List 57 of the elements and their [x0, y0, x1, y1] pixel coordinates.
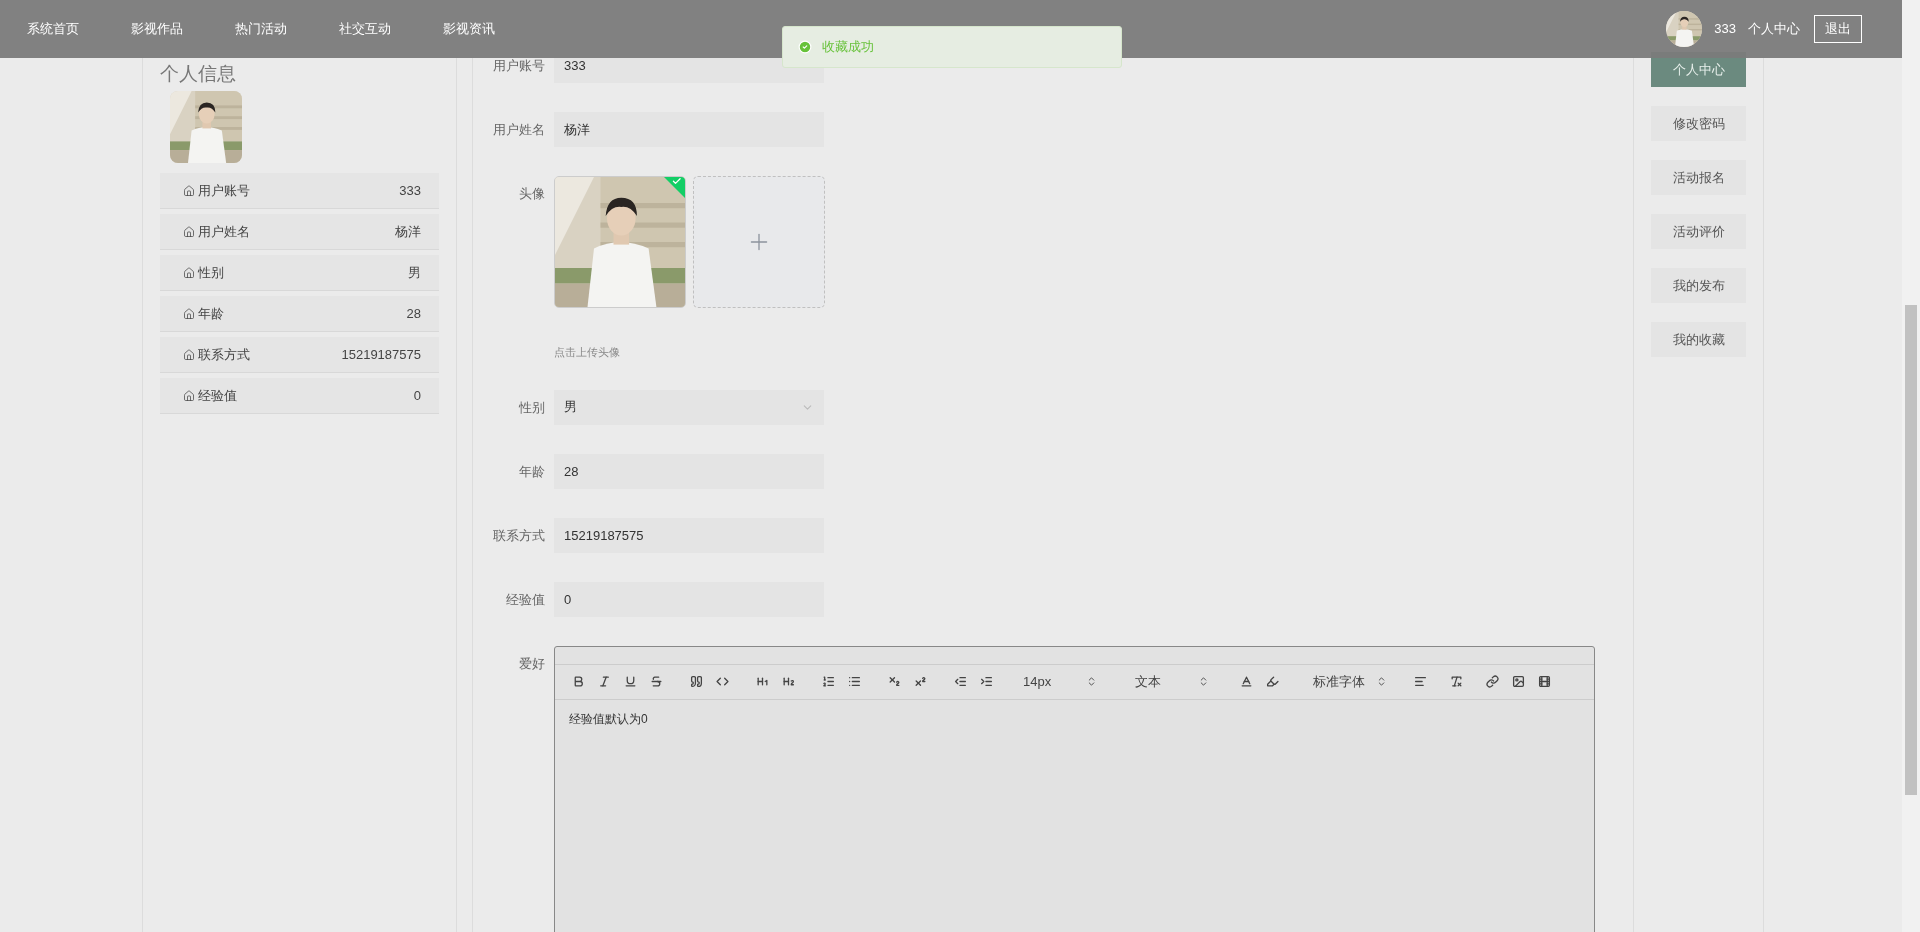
field-label: 用户姓名: [492, 121, 546, 139]
house-icon: [183, 266, 195, 279]
scrollbar[interactable]: [1902, 0, 1920, 932]
check-circle-icon: [798, 40, 812, 54]
field-label: 爱好: [518, 654, 546, 673]
field-label: 联系方式: [492, 526, 546, 545]
text-field[interactable]: 杨洋: [554, 112, 824, 147]
upload-hint: 点击上传头像: [554, 345, 621, 360]
text-field[interactable]: 28: [554, 453, 824, 489]
editor-content[interactable]: 经验值默认为0: [555, 699, 1594, 728]
house-icon: [183, 184, 195, 197]
info-value: 男: [408, 263, 421, 282]
user-center-link[interactable]: 个人中心: [1748, 19, 1800, 39]
user-avatar[interactable]: [1666, 11, 1703, 47]
info-value: 28: [406, 304, 421, 323]
toolbar-select[interactable]: 标准字体: [1305, 669, 1395, 694]
logout-button[interactable]: 退出: [1814, 15, 1862, 43]
toast-message: 收藏成功: [822, 38, 874, 57]
info-label: 用户账号: [198, 181, 250, 200]
house-icon: [183, 307, 195, 320]
text-field[interactable]: 15219187575: [554, 517, 824, 553]
field-label: 年龄: [518, 462, 546, 481]
text-field[interactable]: 0: [554, 581, 824, 617]
sidebar-item[interactable]: 活动报名: [1651, 160, 1746, 195]
info-value: 15219187575: [341, 345, 421, 364]
toolbar-select[interactable]: 文本: [1127, 669, 1217, 694]
house-icon: [183, 348, 195, 361]
nav-link[interactable]: 影视资讯: [443, 19, 495, 39]
info-value: 杨洋: [395, 222, 421, 241]
field-label: 头像: [518, 185, 546, 203]
sidebar-item[interactable]: 活动评价: [1651, 214, 1746, 249]
nav-link[interactable]: 社交互动: [339, 19, 391, 39]
info-label: 性别: [198, 263, 224, 282]
field-label: 性别: [518, 398, 546, 417]
sidebar-item[interactable]: 我的发布: [1651, 268, 1746, 303]
nav-link[interactable]: 热门活动: [235, 19, 287, 39]
updown-icon: [1086, 676, 1097, 687]
info-label: 联系方式: [198, 345, 250, 364]
updown-icon: [1198, 676, 1209, 687]
sidebar-item[interactable]: 修改密码: [1651, 106, 1746, 141]
field-label: 用户账号: [492, 57, 546, 75]
select-field[interactable]: 男: [554, 389, 824, 425]
info-label: 经验值: [198, 386, 237, 405]
section-title: 个人信息: [160, 62, 237, 86]
nav-link[interactable]: 影视作品: [131, 19, 183, 39]
house-icon: [183, 225, 195, 238]
field-label: 经验值: [505, 590, 546, 609]
toolbar-select[interactable]: 14px: [1015, 669, 1105, 694]
username: 333: [1714, 20, 1736, 39]
house-icon: [183, 389, 195, 402]
updown-icon: [1376, 676, 1387, 687]
info-label: 年龄: [198, 304, 224, 323]
info-label: 用户姓名: [198, 222, 250, 241]
sidebar-item[interactable]: 我的收藏: [1651, 322, 1746, 357]
info-value: 333: [399, 181, 421, 200]
nav-link[interactable]: 系统首页: [27, 19, 79, 39]
info-value: 0: [413, 386, 421, 405]
